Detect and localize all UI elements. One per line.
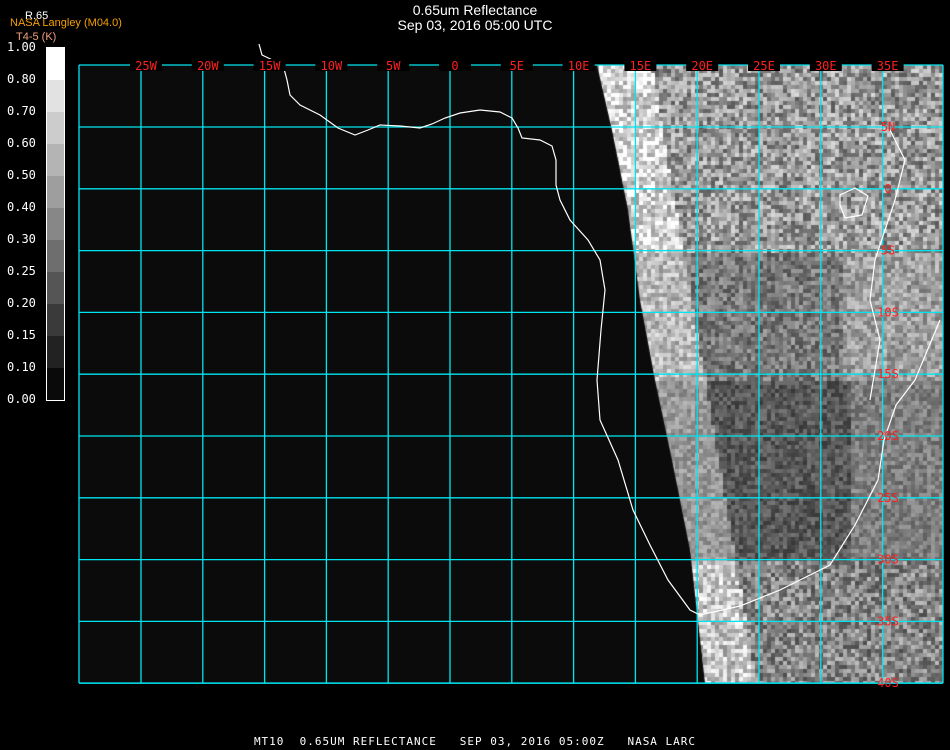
colorbar-bin xyxy=(47,368,64,400)
longitude-label: 15W xyxy=(259,59,281,73)
longitude-label: 10W xyxy=(321,59,343,73)
colorbar-tick-label: 0.50 xyxy=(7,168,36,182)
colorbar-tick-label: 0.10 xyxy=(7,360,36,374)
colorbar-bin xyxy=(47,80,64,112)
colorbar-bin xyxy=(47,112,64,144)
colorbar-bin xyxy=(47,272,64,304)
longitude-label: 25E xyxy=(753,59,775,73)
latitude-label: 15S xyxy=(877,367,899,381)
coastline xyxy=(258,43,941,616)
east-africa-coast xyxy=(869,129,906,401)
longitude-label: 5W xyxy=(386,59,401,73)
latitude-label: 20S xyxy=(877,429,899,443)
longitude-label: 0 xyxy=(451,59,458,73)
colorbar-tick-label: 0.15 xyxy=(7,328,36,342)
colorbar-tick-label: 0.30 xyxy=(7,232,36,246)
longitude-labels: 25W 20W 15W 10W 5W 0 5E 10E 15E 20E 25E 30E 35E xyxy=(130,59,904,73)
latitude-label: 0 xyxy=(884,182,891,196)
colorbar-bin xyxy=(47,176,64,208)
colorbar-tick-label: 0.20 xyxy=(7,296,36,310)
latitude-label: 25S xyxy=(877,491,899,505)
latitude-label: 30S xyxy=(877,553,899,567)
lake-victoria xyxy=(839,187,869,219)
latitude-label: 40S xyxy=(877,676,899,690)
longitude-label: 25W xyxy=(135,59,157,73)
latitude-label: 35S xyxy=(877,614,899,628)
longitude-label: 15E xyxy=(630,59,652,73)
map-overlay: 25W 20W 15W 10W 5W 0 5E 10E 15E 20E 25E 30E 35E 5N 0 5… xyxy=(78,43,944,690)
longitude-label: 20E xyxy=(691,59,713,73)
lat-lon-grid xyxy=(78,64,944,684)
colorbar-tick-label: 0.70 xyxy=(7,104,36,118)
colorbar xyxy=(46,47,65,401)
latitude-label: 10S xyxy=(877,305,899,319)
longitude-label: 5E xyxy=(510,59,524,73)
longitude-label: 30E xyxy=(815,59,837,73)
longitude-label: 35E xyxy=(877,59,899,73)
colorbar-bin xyxy=(47,144,64,176)
colorbar-bin xyxy=(47,208,64,240)
colorbar-bin xyxy=(47,240,64,272)
colorbar-tick-label: 0.40 xyxy=(7,200,36,214)
longitude-label: 10E xyxy=(568,59,590,73)
latitude-label: 5N xyxy=(881,120,895,134)
latitude-label: 5S xyxy=(881,244,895,258)
data-source-label: NASA Langley (M04.0) xyxy=(10,17,122,29)
colorbar-bin xyxy=(47,48,64,80)
colorbar-unit: T4-5 (K) xyxy=(16,31,57,43)
colorbar-bin xyxy=(47,304,64,336)
colorbar-bin xyxy=(47,336,64,368)
colorbar-tick-label: 0.25 xyxy=(7,264,36,278)
colorbar-tick-label: 0.60 xyxy=(7,136,36,150)
colorbar-tick-label: 0.00 xyxy=(7,392,36,406)
longitude-label: 20W xyxy=(197,59,219,73)
colorbar-tick-label: 0.80 xyxy=(7,72,36,86)
footer-caption: MT10 0.65UM REFLECTANCE SEP 03, 2016 05:… xyxy=(253,735,697,748)
